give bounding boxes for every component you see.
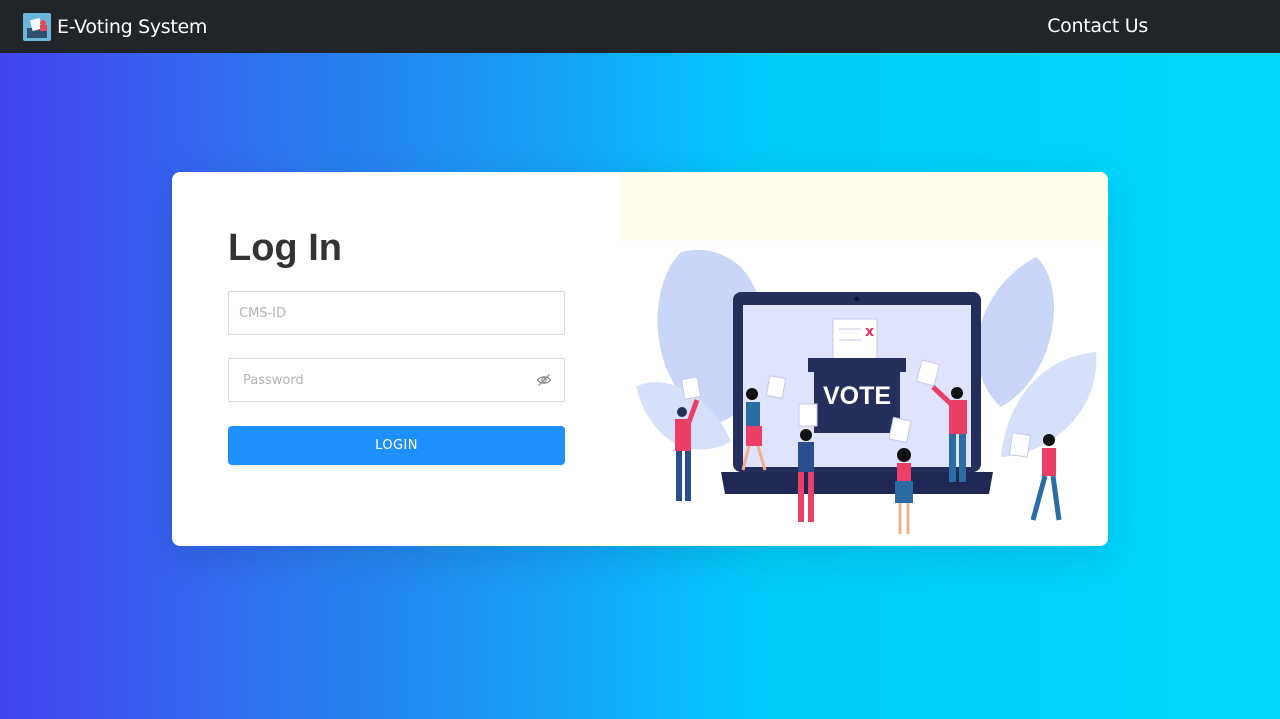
svg-text:x: x xyxy=(865,324,874,340)
contact-us-link[interactable]: Contact Us xyxy=(1047,15,1148,37)
ballot-box-lid xyxy=(808,358,906,372)
login-title: Log In xyxy=(228,227,342,269)
brand-link[interactable]: E-Voting System xyxy=(23,12,207,42)
brand-title: E-Voting System xyxy=(57,16,208,38)
vote-label: VOTE xyxy=(823,382,891,410)
cms-id-field xyxy=(228,291,565,335)
eye-slash-icon[interactable] xyxy=(536,372,552,388)
password-field xyxy=(228,358,565,402)
login-form: Log In LOGIN xyxy=(172,172,621,546)
laptop-camera xyxy=(854,296,860,302)
vote-illustration-pane: x VOTE xyxy=(621,172,1108,546)
vote-illustration: x VOTE xyxy=(636,249,1097,534)
cms-id-input[interactable] xyxy=(229,292,564,334)
ballot-logo-icon xyxy=(23,13,51,41)
top-navbar: E-Voting System Contact Us xyxy=(0,0,1280,53)
main-background: Log In LOGIN xyxy=(0,53,1280,719)
login-card: Log In LOGIN xyxy=(172,172,1108,546)
password-input[interactable] xyxy=(229,359,564,401)
login-button[interactable]: LOGIN xyxy=(228,426,565,465)
